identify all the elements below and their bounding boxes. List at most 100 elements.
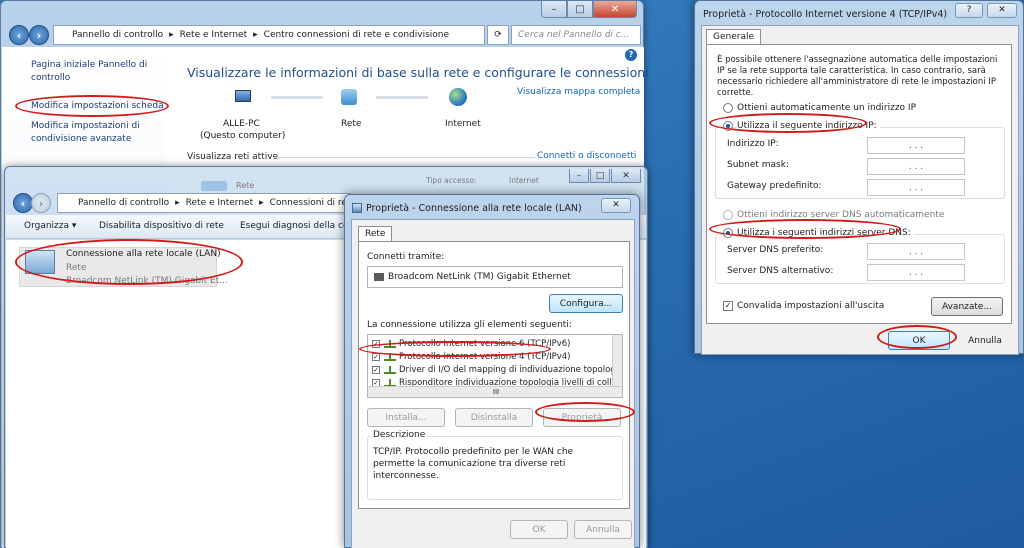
dialog-title: Proprietà - Connessione alla rete locale… xyxy=(366,203,582,214)
adapter-name: Connessione alla rete locale (LAN) xyxy=(66,249,221,259)
tab-page: Connetti tramite: Broadcom NetLink (TM) … xyxy=(358,241,630,509)
items-label: La connessione utilizza gli elementi seg… xyxy=(367,320,572,330)
device-name: Broadcom NetLink (TM) Gigabit Ethernet xyxy=(388,272,571,282)
tab-generale[interactable]: Generale xyxy=(706,29,762,44)
advanced-button[interactable]: Avanzate... xyxy=(931,297,1003,316)
vertical-scrollbar[interactable] xyxy=(612,335,622,387)
network-icon xyxy=(341,89,357,105)
help-icon[interactable]: ? xyxy=(625,49,637,61)
diagnose-button[interactable]: Esegui diagnosi della co xyxy=(240,221,348,231)
address-bar[interactable]: Pannello di controllo ▸ Rete e Internet ▸ … xyxy=(57,193,351,213)
configure-button[interactable]: Configura... xyxy=(549,294,623,313)
checkbox[interactable]: ✓ xyxy=(372,339,380,348)
breadcrumb-item[interactable]: Connessioni di re xyxy=(270,198,347,208)
obscured-text: Internet xyxy=(509,176,539,185)
map-node-network: Rete xyxy=(341,119,362,129)
properties-button[interactable]: Proprietà xyxy=(543,408,621,427)
tab-rete[interactable]: Rete xyxy=(358,226,393,241)
subnet-mask-field[interactable]: . . . xyxy=(867,158,965,175)
breadcrumb-item[interactable]: Rete e Internet xyxy=(180,30,247,40)
ipv4-properties-dialog: Proprietà - Protocollo Internet versione… xyxy=(694,0,1024,355)
checkbox[interactable]: ✓ xyxy=(372,352,380,361)
auto-ip-radio[interactable] xyxy=(723,103,733,113)
dialog-icon xyxy=(352,203,362,213)
address-bar[interactable]: Pannello di controllo ▸ Rete e Internet ▸ … xyxy=(53,25,485,45)
separator xyxy=(273,157,535,158)
auto-dns-label: Ottieni indirizzo server DNS automaticam… xyxy=(737,210,945,220)
page-title: Visualizzare le informazioni di base sul… xyxy=(187,65,649,80)
static-ip-radio[interactable] xyxy=(723,121,733,131)
cancel-button[interactable]: Annulla xyxy=(574,520,632,539)
connect-using-label: Connetti tramite: xyxy=(367,252,445,262)
description-text: TCP/IP. Protocollo predefinito per le WA… xyxy=(373,447,574,481)
network-adapter-icon xyxy=(25,250,55,274)
organize-button[interactable]: Organizza ▾ xyxy=(24,221,76,231)
breadcrumb-item[interactable]: Pannello di controllo xyxy=(78,198,169,208)
checkbox[interactable]: ✓ xyxy=(372,365,380,374)
forward-arrow-icon[interactable]: › xyxy=(31,193,51,213)
validate-label: Convalida impostazioni all'uscita xyxy=(737,301,885,311)
maximize-button[interactable]: □ xyxy=(590,169,610,183)
alternate-dns-field[interactable]: . . . xyxy=(867,264,965,281)
static-dns-label: Utilizza i seguenti indirizzi server DNS… xyxy=(737,228,914,238)
advanced-sharing-link[interactable]: Modifica impostazioni di condivisione av… xyxy=(31,120,156,146)
adapter-network: Rete xyxy=(66,263,87,273)
computer-icon xyxy=(235,90,251,102)
map-node-pc-sub: (Questo computer) xyxy=(200,131,286,141)
list-item[interactable]: ✓ Protocollo Internet versione 4 (TCP/IPv… xyxy=(372,350,570,363)
validate-checkbox[interactable]: ✓ xyxy=(723,301,733,311)
search-input[interactable]: Cerca nel Pannello di c... xyxy=(511,25,641,45)
change-adapter-settings-link[interactable]: Modifica impostazioni scheda xyxy=(31,101,164,111)
close-button[interactable]: ✕ xyxy=(601,198,631,213)
list-item[interactable]: ✓ Protocollo Internet versione 6 (TCP/IPv… xyxy=(372,337,570,350)
close-button[interactable]: ✕ xyxy=(611,169,641,183)
close-button[interactable]: ✕ xyxy=(987,3,1017,18)
preferred-dns-field[interactable]: . . . xyxy=(867,243,965,260)
ip-address-field[interactable]: . . . xyxy=(867,137,965,154)
network-card-icon xyxy=(374,273,384,281)
ok-button[interactable]: OK xyxy=(510,520,568,539)
list-item-label: Driver di I/O del mapping di individuazi… xyxy=(399,364,623,375)
horizontal-scrollbar[interactable]: III xyxy=(368,386,622,397)
breadcrumb-item[interactable]: Centro connessioni di rete e condivision… xyxy=(264,30,449,40)
obscured-text: Tipo accesso: xyxy=(426,176,477,185)
minimize-button[interactable]: – xyxy=(541,1,567,18)
tab-page: È possibile ottenere l'assegnazione auto… xyxy=(706,44,1012,324)
dialog-body: Generale È possibile ottenere l'assegnaz… xyxy=(701,25,1019,355)
cancel-button[interactable]: Annulla xyxy=(956,331,1014,350)
disable-device-button[interactable]: Disabilita dispositivo di rete xyxy=(99,221,224,231)
auto-dns-radio[interactable] xyxy=(723,210,733,220)
protocol-icon xyxy=(384,352,396,361)
uninstall-button[interactable]: Disinstalla xyxy=(455,408,533,427)
gateway-field[interactable]: . . . xyxy=(867,179,965,196)
static-dns-radio[interactable] xyxy=(723,228,733,238)
protocol-icon xyxy=(384,339,396,348)
components-list: ✓ Protocollo Internet versione 6 (TCP/IPv… xyxy=(367,334,623,398)
full-map-link[interactable]: Visualizza mappa completa xyxy=(517,87,640,97)
map-node-pc: ALLE-PC xyxy=(223,119,260,129)
obscured-text: Rete xyxy=(236,181,255,190)
help-button[interactable]: ? xyxy=(955,3,983,18)
install-button[interactable]: Installa... xyxy=(367,408,445,427)
dialog-body: Rete Connetti tramite: Broadcom NetLink … xyxy=(351,219,635,548)
alternate-dns-label: Server DNS alternativo: xyxy=(727,266,834,276)
back-arrow-icon[interactable]: ‹ xyxy=(9,25,29,45)
minimize-button[interactable]: – xyxy=(569,169,589,183)
obscured-network-icon xyxy=(201,181,227,191)
static-ip-label: Utilizza il seguente indirizzo IP: xyxy=(737,121,880,131)
close-button[interactable]: ✕ xyxy=(593,1,637,18)
breadcrumb-item[interactable]: Rete e Internet xyxy=(186,198,253,208)
cp-home-link[interactable]: Pagina iniziale Pannello di controllo xyxy=(31,59,156,85)
forward-arrow-icon[interactable]: › xyxy=(29,25,49,45)
connect-disconnect-link[interactable]: Connetti o disconnetti xyxy=(537,151,636,161)
adapter-device: Broadcom NetLink (TM) Gigabit Et... xyxy=(66,276,228,286)
ok-button[interactable]: OK xyxy=(888,331,950,350)
refresh-button[interactable]: ⟳ xyxy=(487,25,509,45)
breadcrumb-item[interactable]: Pannello di controllo xyxy=(72,30,163,40)
map-link-line xyxy=(376,96,428,99)
list-item[interactable]: ✓ Driver di I/O del mapping di individuaz… xyxy=(372,363,623,376)
maximize-button[interactable]: □ xyxy=(567,1,593,18)
description-label: Descrizione xyxy=(371,430,428,440)
window-caption-buttons: – □ ✕ xyxy=(569,169,641,183)
back-arrow-icon[interactable]: ‹ xyxy=(13,193,33,213)
